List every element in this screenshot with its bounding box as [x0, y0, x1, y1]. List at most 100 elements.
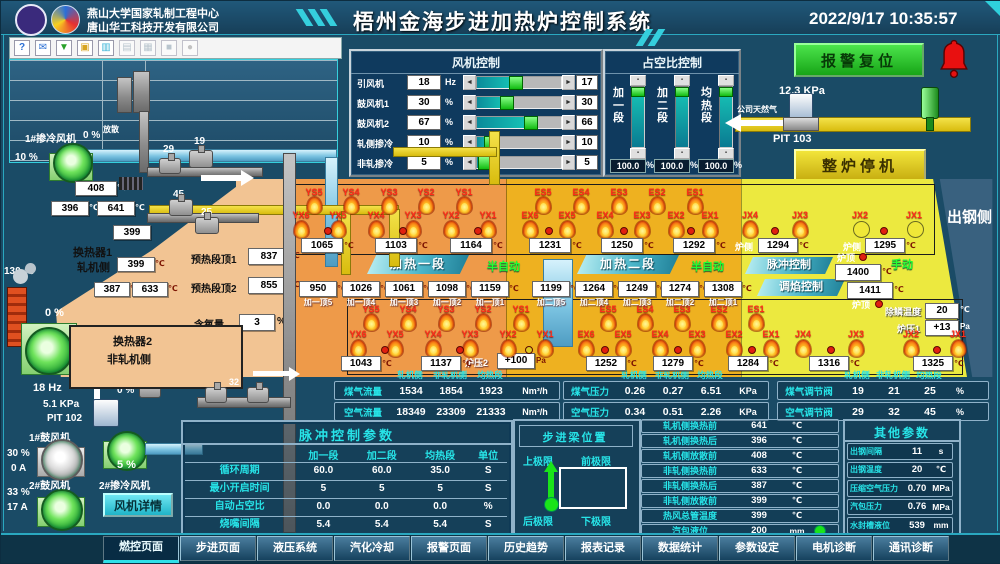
burner-label-ES4: ES4 — [566, 187, 596, 197]
alarm-bell-icon — [937, 39, 971, 84]
slider-handle[interactable] — [524, 116, 538, 130]
fan1-icon[interactable] — [53, 143, 93, 183]
valve-icon[interactable] — [159, 158, 181, 174]
heat2-banner[interactable]: 加热二段 — [577, 255, 679, 274]
slider-left-arrow[interactable]: ◄ — [463, 95, 476, 110]
nav-tab-3[interactable]: 液压系统 — [257, 536, 333, 561]
fan-setpoint-value[interactable]: 5 — [407, 155, 441, 170]
duty-slider-track[interactable] — [631, 86, 645, 148]
unit-celsius: ℃ — [882, 267, 892, 276]
slider-up-arrow[interactable]: ▪ — [630, 75, 646, 86]
temp-list-label: 非轧侧换热前 — [642, 464, 738, 477]
alarm-reset-button[interactable]: 报警复位 — [794, 43, 924, 77]
slider-handle[interactable] — [631, 87, 645, 97]
valve-icon[interactable] — [189, 150, 213, 168]
burner-label-YS2: YS2 — [411, 187, 441, 197]
nav-tab-10[interactable]: 电机诊断 — [796, 536, 872, 561]
slider-handle[interactable] — [509, 76, 523, 90]
roof-temp-value: 1026 — [342, 281, 380, 297]
flame-control-banner[interactable]: 调焰控制 — [757, 279, 845, 296]
slider-right-arrow[interactable]: ► — [562, 115, 575, 130]
fan-setpoint-value[interactable]: 30 — [407, 95, 441, 110]
heat1-banner[interactable]: 加热一段 — [367, 255, 469, 274]
help-icon[interactable]: ? — [14, 40, 30, 56]
valve-icon[interactable] — [169, 199, 193, 216]
row-value: 1854 — [431, 385, 471, 397]
fan-details-button[interactable]: 风机详情 — [103, 493, 173, 517]
fan-slider-track[interactable] — [476, 76, 562, 89]
other-param-row: 出钢间隔11s — [847, 443, 953, 460]
report-icon[interactable]: ▤ — [119, 40, 135, 56]
row-value: 0.51 — [654, 406, 692, 418]
export-icon[interactable]: ■ — [161, 40, 177, 56]
param-unit: MPa — [930, 502, 952, 512]
nav-tab-1[interactable]: 燃控页面 — [103, 536, 179, 563]
divider — [183, 443, 511, 445]
slider-right-arrow[interactable]: ► — [562, 135, 575, 150]
roof-temp-label: 加二顶2 — [657, 297, 703, 308]
beam-arrow-bar — [548, 471, 554, 499]
blower1-icon[interactable] — [41, 439, 83, 481]
burner-label-YX2: YX2 — [436, 210, 466, 220]
slider-left-arrow[interactable]: ◄ — [463, 115, 476, 130]
fan-slider-track[interactable] — [476, 116, 562, 129]
nav-tab-4[interactable]: 汽化冷却 — [334, 536, 410, 561]
send-icon[interactable]: ✉ — [35, 40, 51, 56]
lock-icon[interactable]: ● — [182, 40, 198, 56]
row-value: 0.27 — [654, 385, 692, 397]
nav-tab-2[interactable]: 步进页面 — [180, 536, 256, 561]
folder-icon[interactable]: ▣ — [77, 40, 93, 56]
burner-flame-icon — [951, 340, 966, 357]
nav-tab-6[interactable]: 历史趋势 — [488, 536, 564, 561]
slider-down-arrow[interactable]: ▪ — [630, 148, 646, 159]
slider-right-arrow[interactable]: ► — [562, 75, 575, 90]
slider-right-arrow[interactable]: ► — [562, 155, 575, 170]
burner-label-YX1: YX1 — [473, 210, 503, 220]
nav-tab-7[interactable]: 报表记录 — [565, 536, 641, 561]
flow-arrow-right2 — [253, 371, 289, 376]
nav-tab-8[interactable]: 数据统计 — [642, 536, 718, 561]
burner-label-YS4: YS4 — [336, 187, 366, 197]
row-value: 6.51 — [692, 385, 730, 397]
slider-up-arrow[interactable]: ▪ — [674, 75, 690, 86]
slider-right-arrow[interactable]: ► — [562, 95, 575, 110]
pulse-control-banner[interactable]: 脉冲控制 — [745, 257, 833, 274]
slider-handle[interactable] — [719, 87, 733, 97]
burner-temp-value: 1137 — [421, 356, 461, 371]
slider-up-arrow[interactable]: ▪ — [718, 75, 734, 86]
pulse-row-label: 最小开启时间 — [185, 481, 294, 498]
burner-status-dot — [687, 227, 695, 235]
temp-list-value: 396 — [738, 435, 780, 446]
valve-icon[interactable] — [195, 217, 219, 234]
idfan-icon[interactable] — [25, 327, 73, 375]
temp-list-label: 非轧侧换热后 — [642, 479, 738, 492]
valve-icon[interactable] — [247, 387, 269, 403]
slider-left-arrow[interactable]: ◄ — [463, 75, 476, 90]
fan-row-label: 引风机 — [357, 77, 384, 90]
chart-icon[interactable]: ▥ — [98, 40, 114, 56]
burner-label-JX3: JX3 — [785, 210, 815, 220]
grid-icon[interactable]: ▦ — [140, 40, 156, 56]
duty-slider-track[interactable] — [675, 86, 689, 148]
column-header: 非轧机侧 — [875, 369, 911, 380]
slider-handle[interactable] — [675, 87, 689, 97]
fan-setpoint-value[interactable]: 18 — [407, 75, 441, 90]
slider-down-arrow[interactable]: ▪ — [718, 148, 734, 159]
fan-setpoint-value[interactable]: 67 — [407, 115, 441, 130]
nav-tab-5[interactable]: 报警页面 — [411, 536, 487, 561]
blower2-icon[interactable] — [41, 489, 83, 531]
roof-temp-value: 1308 — [704, 281, 742, 297]
flow-arrow-right-head — [241, 170, 254, 186]
nav-tab-9[interactable]: 参数设定 — [719, 536, 795, 561]
nav-tab-11[interactable]: 通讯诊断 — [873, 536, 949, 561]
smoke-icon — [25, 263, 36, 274]
slider-handle[interactable] — [500, 96, 514, 110]
gas-valve-icon[interactable] — [921, 87, 939, 119]
valve-icon[interactable] — [205, 387, 227, 403]
fan-slider-track[interactable] — [476, 96, 562, 109]
furnace-stop-button[interactable]: 整炉停机 — [794, 149, 926, 182]
slider-down-arrow[interactable]: ▪ — [674, 148, 690, 159]
download-icon[interactable]: ▼ — [56, 40, 72, 56]
slider-left-arrow[interactable]: ◄ — [463, 155, 476, 170]
burner-label-JX1: JX1 — [899, 210, 929, 220]
